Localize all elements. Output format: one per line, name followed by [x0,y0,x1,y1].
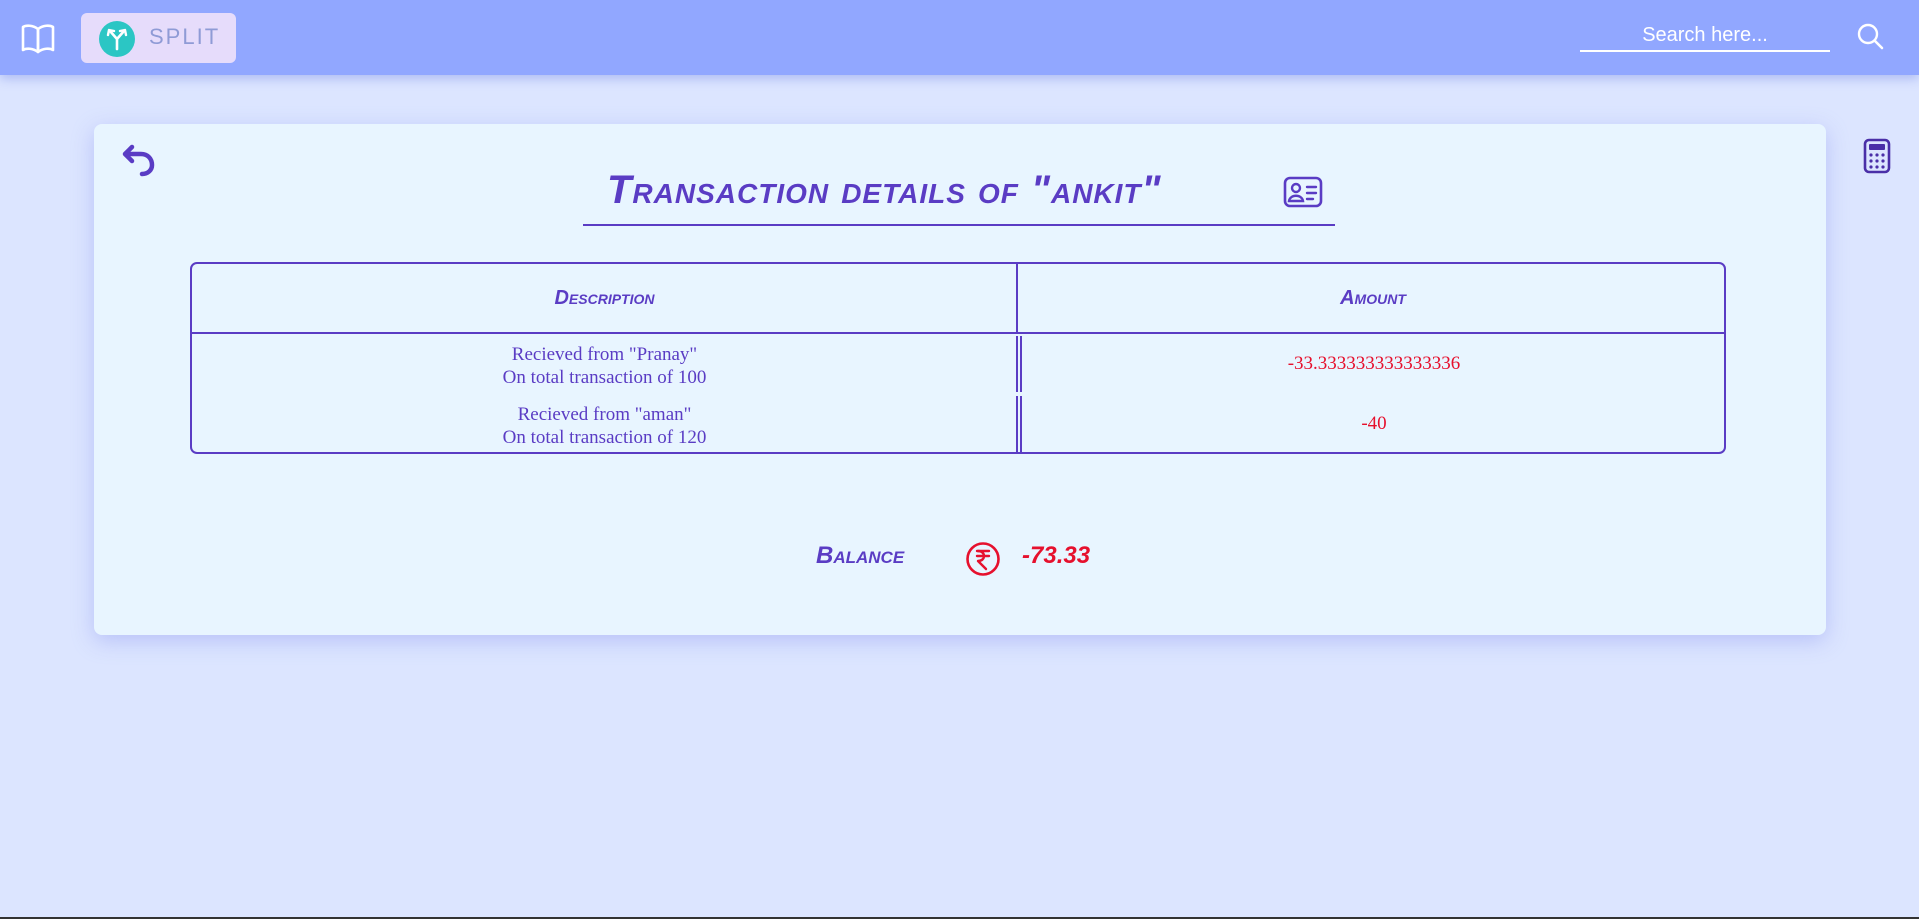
id-card-icon [1283,176,1323,208]
description-cell: Recieved from "Pranay" On total transact… [192,343,1017,389]
transactions-table: Description Amount Recieved from "Pranay… [190,262,1726,454]
page-title: Transaction details of "ankit" [607,168,1162,212]
back-arrow-icon[interactable] [122,143,156,177]
table-row: Recieved from "aman" On total transactio… [192,394,1724,452]
description-line: On total transaction of 100 [502,367,707,388]
description-line: Recieved from "Pranay" [511,344,698,365]
transaction-details-card: Transaction details of "ankit" Descripti… [94,124,1826,635]
balance-label: Balance [816,542,905,569]
brand-logo-button[interactable]: SPLIT [81,13,236,63]
column-divider [1016,264,1018,332]
top-navbar: SPLIT [0,0,1919,75]
description-line: Recieved from "aman" [517,404,692,425]
description-line: On total transaction of 120 [502,427,707,448]
brand-name: SPLIT [149,24,221,49]
table-row: Recieved from "Pranay" On total transact… [192,334,1724,394]
rupee-icon [966,542,1000,576]
table-header: Description Amount [192,264,1724,334]
column-header-description: Description [554,287,655,309]
brand-logo-icon [99,21,135,57]
column-header-amount: Amount [1340,287,1406,309]
search-icon[interactable] [1856,22,1884,50]
book-icon[interactable] [20,20,56,56]
amount-cell: -33.333333333333336 [1287,353,1461,374]
amount-cell: -40 [1361,413,1387,434]
balance-value: -73.33 [1022,542,1091,569]
calculator-icon[interactable] [1863,138,1891,174]
search-input[interactable] [1580,20,1830,52]
title-area: Transaction details of "ankit" [583,168,1335,226]
description-cell: Recieved from "aman" On total transactio… [192,403,1017,449]
